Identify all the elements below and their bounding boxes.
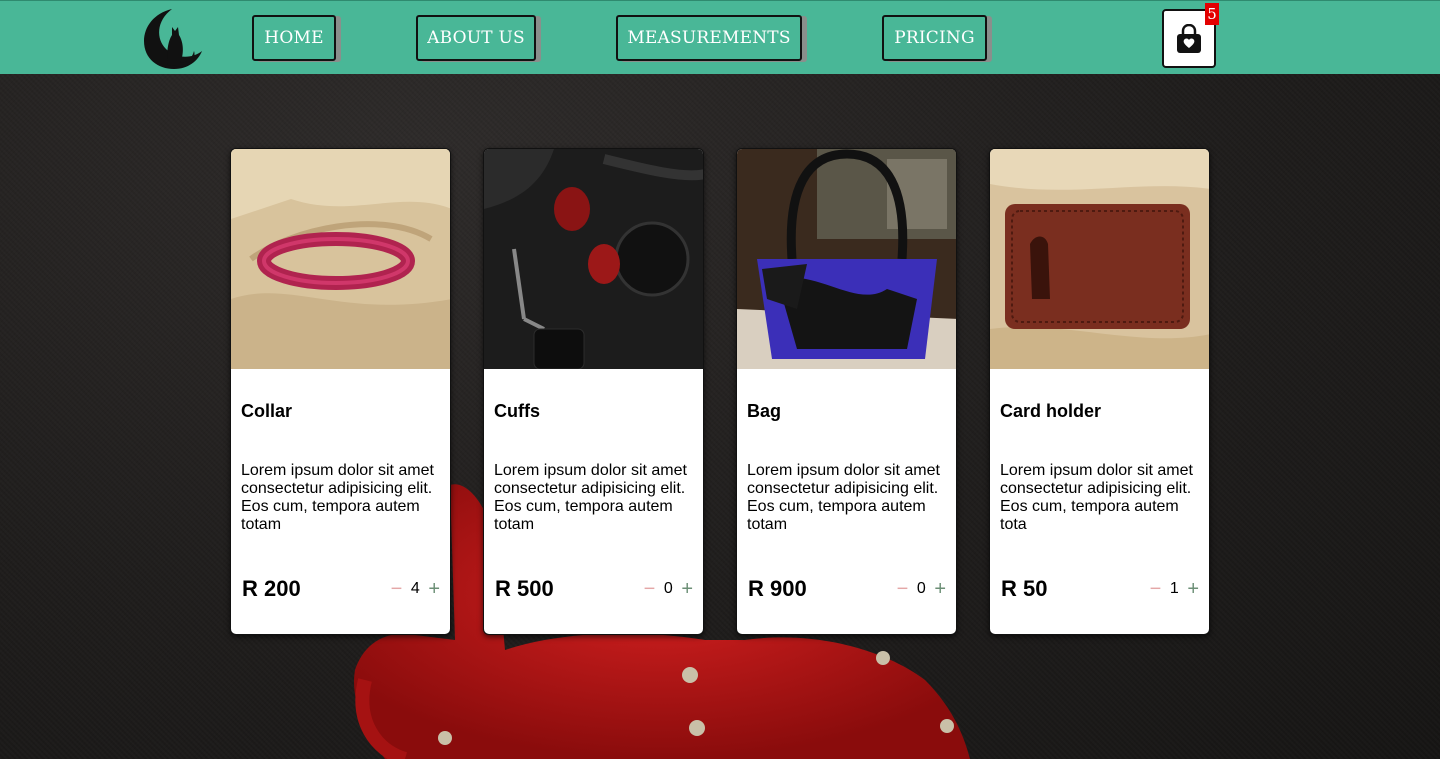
quantity-stepper: − 4 +	[391, 579, 440, 599]
product-image-collar[interactable]	[231, 149, 450, 369]
product-price: R 200	[242, 576, 301, 601]
top-navbar: HOME ABOUT US MEASUREMENTS PRICING 5	[0, 0, 1440, 74]
product-card-cuffs: Cuffs Lorem ipsum dolor sit amet consect…	[483, 148, 704, 635]
product-price: R 900	[748, 576, 807, 601]
quantity-stepper: − 1 +	[1150, 579, 1199, 599]
quantity-value: 1	[1169, 580, 1179, 597]
product-image-card-holder[interactable]	[990, 149, 1209, 369]
product-title: Collar	[241, 401, 293, 421]
quantity-value: 0	[663, 580, 673, 597]
product-image-bag[interactable]	[737, 149, 956, 369]
increase-quantity-button[interactable]: +	[1187, 579, 1199, 599]
product-card-bag: Bag Lorem ipsum dolor sit amet consectet…	[736, 148, 957, 635]
increase-quantity-button[interactable]: +	[428, 579, 440, 599]
cart-count-badge: 5	[1205, 3, 1219, 25]
quantity-stepper: − 0 +	[644, 579, 693, 599]
decrease-quantity-button[interactable]: −	[1150, 579, 1162, 599]
product-description: Lorem ipsum dolor sit amet consectetur a…	[747, 462, 940, 533]
product-title: Cuffs	[494, 401, 540, 421]
product-card-card-holder: Card holder Lorem ipsum dolor sit amet c…	[989, 148, 1210, 635]
shopping-bag-heart-icon	[1177, 23, 1201, 53]
decrease-quantity-button[interactable]: −	[391, 579, 403, 599]
nav-measurements[interactable]: MEASUREMENTS	[616, 15, 802, 61]
increase-quantity-button[interactable]: +	[934, 579, 946, 599]
quantity-value: 4	[410, 580, 420, 597]
product-description: Lorem ipsum dolor sit amet consectetur a…	[241, 462, 434, 533]
quantity-value: 0	[916, 580, 926, 597]
product-price: R 500	[495, 576, 554, 601]
decrease-quantity-button[interactable]: −	[897, 579, 909, 599]
product-image-cuffs[interactable]	[484, 149, 703, 369]
moon-cat-logo[interactable]	[142, 5, 204, 71]
decrease-quantity-button[interactable]: −	[644, 579, 656, 599]
nav-about-us[interactable]: ABOUT US	[416, 15, 536, 61]
increase-quantity-button[interactable]: +	[681, 579, 693, 599]
quantity-stepper: − 0 +	[897, 579, 946, 599]
product-price: R 50	[1001, 576, 1048, 601]
product-description: Lorem ipsum dolor sit amet consectetur a…	[1000, 462, 1193, 533]
nav-home[interactable]: HOME	[252, 15, 336, 61]
product-description: Lorem ipsum dolor sit amet consectetur a…	[494, 462, 687, 533]
product-title: Bag	[747, 401, 782, 421]
nav-pricing[interactable]: PRICING	[882, 15, 987, 61]
product-card-collar: Collar Lorem ipsum dolor sit amet consec…	[230, 148, 451, 635]
product-title: Card holder	[1000, 401, 1102, 421]
